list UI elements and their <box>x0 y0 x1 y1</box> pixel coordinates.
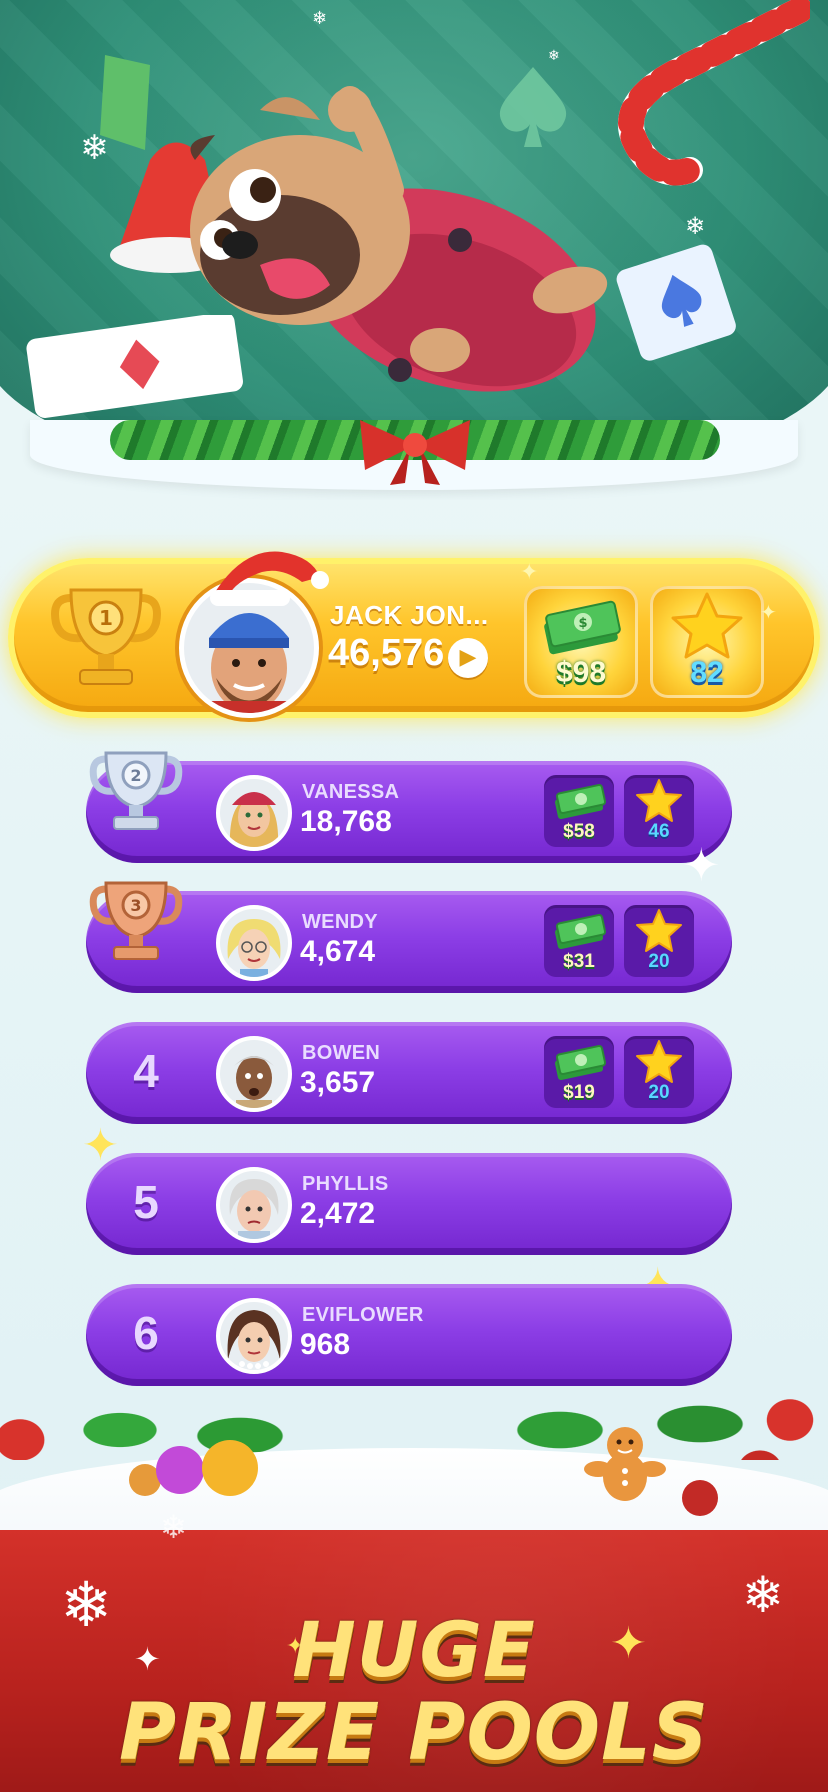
star-icon <box>671 592 743 659</box>
player-name: PHYLLIS <box>302 1173 389 1195</box>
cash-stack-icon <box>554 913 607 950</box>
santa-hat-icon <box>210 551 329 606</box>
svg-text:1: 1 <box>99 606 113 630</box>
avatar-portrait <box>220 1040 288 1108</box>
cash-prize-value: $98 <box>555 656 607 689</box>
tagline-line-1: HUGE <box>292 1605 536 1694</box>
bronze-trophy-icon: 3 <box>89 881 183 960</box>
avatar[interactable] <box>216 775 292 851</box>
star-prize-value: 20 <box>648 1082 670 1103</box>
star-prize-value: 20 <box>648 951 670 972</box>
leaderboard-row[interactable]: 4 BOWEN 3,657 $19 20 <box>86 1022 732 1124</box>
avatar-portrait <box>220 1171 288 1239</box>
svg-text:$: $ <box>578 616 587 631</box>
ornament-icon <box>129 1440 258 1496</box>
svg-text:2: 2 <box>130 766 141 785</box>
player-score: 2,472 <box>300 1197 376 1230</box>
avatar[interactable] <box>216 1036 292 1112</box>
cash-prize-value: $58 <box>563 821 595 842</box>
player-name: WENDY <box>302 911 378 933</box>
ornament-icon <box>682 1480 718 1516</box>
gingerbread-icon <box>584 1427 666 1501</box>
leaderboard-row-first[interactable]: 1 JACK JON... 46,576 ▶ $ $98 82 <box>8 551 820 718</box>
star-icon <box>636 1040 682 1083</box>
cash-stack-icon: $ <box>544 600 621 655</box>
star-icon <box>636 779 682 822</box>
snowflake-icon: ❄ <box>685 212 706 240</box>
cash-prize-box: $58 <box>544 775 614 847</box>
player-name: VANESSA <box>302 781 400 803</box>
cash-prize-box: $ $98 <box>524 586 638 698</box>
svg-text:3: 3 <box>130 896 141 915</box>
sparkle-icon: ✦ <box>760 600 777 624</box>
tagline-line-2: PRIZE POOLS <box>119 1688 709 1778</box>
leaderboard-row[interactable]: 5 PHYLLIS 2,472 <box>86 1153 732 1255</box>
sparkle-icon: ✦ <box>520 560 539 585</box>
avatar-portrait <box>220 909 288 977</box>
player-name: JACK JON... <box>330 600 489 630</box>
hero-banner: ❄ ❄ ❄ ❄ <box>0 0 828 500</box>
leaderboard-row[interactable]: 2 VANESSA 18,768 $58 46 <box>86 751 732 863</box>
cash-stack-icon <box>554 783 607 820</box>
avatar-portrait <box>220 779 288 847</box>
silver-trophy-icon: 2 <box>89 751 183 830</box>
gold-trophy-icon: 1 <box>51 588 161 685</box>
player-score: 18,768 <box>300 805 392 838</box>
avatar[interactable] <box>216 905 292 981</box>
cash-prize-value: $19 <box>563 1082 595 1103</box>
star-prize-value: 82 <box>690 656 724 689</box>
snowflake-icon: ❄ <box>160 1508 187 1546</box>
play-icon[interactable]: ▶ <box>448 638 488 678</box>
player-name: EVIFLOWER <box>302 1304 424 1326</box>
snowflake-icon: ❄ <box>312 8 328 29</box>
player-score: 46,576 <box>328 632 445 674</box>
rank-number: 5 <box>133 1176 159 1228</box>
cash-stack-icon <box>554 1044 607 1081</box>
sparkle-icon: ✦ <box>682 838 721 892</box>
player-name: BOWEN <box>302 1042 381 1064</box>
cash-prize-value: $31 <box>563 951 595 972</box>
leaderboard-row[interactable]: 3 WENDY 4,674 $31 20 <box>86 881 732 993</box>
cash-prize-box: $19 <box>544 1036 614 1108</box>
star-prize-box: 82 <box>650 586 764 698</box>
rank-number: 4 <box>133 1045 159 1097</box>
star-prize-box: 46 <box>624 775 694 847</box>
player-score: 968 <box>300 1328 351 1361</box>
star-prize-box: 20 <box>624 905 694 977</box>
star-prize-box: 20 <box>624 1036 694 1108</box>
ribbon-bow-icon <box>360 420 470 485</box>
cash-prize-box: $31 <box>544 905 614 977</box>
avatar[interactable] <box>216 1167 292 1243</box>
player-score: 3,657 <box>300 1066 376 1099</box>
player-score: 4,674 <box>300 935 376 968</box>
rank-number: 6 <box>133 1307 159 1359</box>
star-icon <box>636 909 682 952</box>
pug-mascot <box>190 86 608 392</box>
